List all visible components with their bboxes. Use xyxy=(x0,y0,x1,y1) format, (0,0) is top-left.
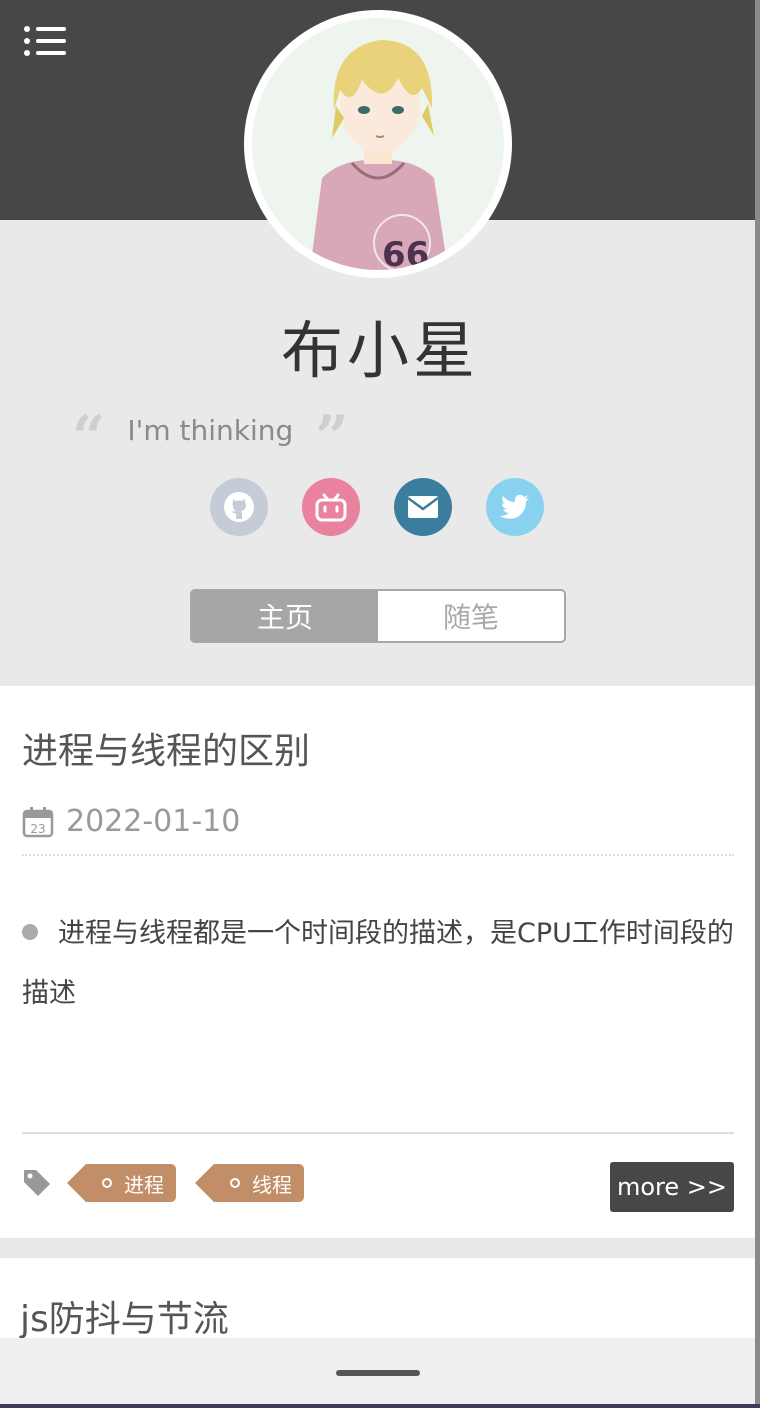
tag-hole-icon xyxy=(102,1178,112,1188)
tab-switcher: 主页 随笔 xyxy=(190,589,566,643)
mail-icon xyxy=(407,496,439,518)
tab-essays[interactable]: 随笔 xyxy=(378,591,564,641)
tag-label: 线程 xyxy=(252,1172,292,1197)
motto: “ I'm thinking ” xyxy=(72,403,349,471)
tag-hole-icon xyxy=(230,1178,240,1188)
menu-icon-bar xyxy=(36,51,66,55)
avatar[interactable]: 66 xyxy=(244,10,512,278)
post-tags: 进程 线程 xyxy=(22,1164,304,1202)
screen-edge xyxy=(0,1404,760,1408)
tag-label: 进程 xyxy=(124,1172,164,1197)
quote-close-icon: ” xyxy=(315,403,349,471)
divider xyxy=(22,854,734,856)
tag-chip[interactable]: 进程 xyxy=(67,1164,176,1202)
post-date: 23 2022-01-10 xyxy=(22,804,240,839)
bilibili-icon xyxy=(315,493,347,522)
twitter-icon xyxy=(500,494,529,519)
tag-chip[interactable]: 线程 xyxy=(195,1164,304,1202)
github-icon xyxy=(224,492,254,522)
post-date-text: 2022-01-10 xyxy=(66,804,241,839)
avatar-image: 66 xyxy=(252,18,504,270)
mail-button[interactable] xyxy=(394,478,452,536)
menu-icon-bar xyxy=(36,39,66,43)
bullet-icon xyxy=(22,924,38,940)
system-navigation-bar xyxy=(0,1338,755,1408)
social-links xyxy=(210,478,544,536)
post-title[interactable]: 进程与线程的区别 xyxy=(22,722,310,774)
menu-icon-dot xyxy=(24,50,30,56)
tab-home[interactable]: 主页 xyxy=(192,591,378,641)
scrollbar-track xyxy=(755,0,760,1408)
more-button[interactable]: more >> xyxy=(610,1162,734,1212)
menu-button[interactable] xyxy=(24,24,68,58)
post-card: js防抖与节流 xyxy=(0,1258,755,1340)
post-excerpt-text: 进程与线程都是一个时间段的描述，是CPU工作时间段的描述 xyxy=(22,918,734,1009)
twitter-button[interactable] xyxy=(486,478,544,536)
post-excerpt: 进程与线程都是一个时间段的描述，是CPU工作时间段的描述 xyxy=(22,904,738,1024)
motto-text: I'm thinking xyxy=(127,413,294,447)
post-title[interactable]: js防抖与节流 xyxy=(20,1290,229,1342)
home-indicator[interactable] xyxy=(336,1370,420,1376)
calendar-day: 23 xyxy=(30,822,45,836)
svg-text:66: 66 xyxy=(382,235,429,270)
tag-icon xyxy=(24,1170,50,1196)
divider xyxy=(22,1132,734,1134)
menu-icon-bar xyxy=(36,27,66,31)
profile-name: 布小星 xyxy=(280,314,479,387)
github-button[interactable] xyxy=(210,478,268,536)
quote-open-icon: “ xyxy=(72,403,106,471)
menu-icon-dot xyxy=(24,38,30,44)
calendar-icon: 23 xyxy=(22,806,54,837)
bilibili-button[interactable] xyxy=(302,478,360,536)
post-card: 进程与线程的区别 23 2022-01-10 进程与线程都是一个时间段的描述，是… xyxy=(0,686,755,1238)
menu-icon xyxy=(24,26,30,32)
